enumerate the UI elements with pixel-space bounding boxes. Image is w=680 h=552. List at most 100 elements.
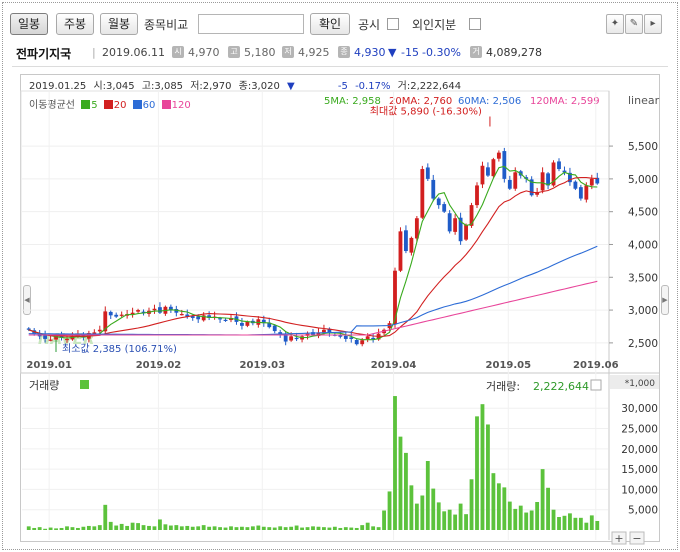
max-annotation: 최대값 5,890 (-16.30%) <box>370 105 482 117</box>
zoom-out-icon: − <box>632 532 641 545</box>
price-plot-area <box>20 90 610 374</box>
candle-body <box>475 185 479 206</box>
candle-body <box>491 159 496 177</box>
volume-bar <box>43 528 48 530</box>
price-volume-chart: *1,000 2,500 3,000 3,500 4,000 4,500 5,000 5,50… <box>20 90 659 545</box>
candle-body <box>354 339 359 345</box>
volume-tick-label: 10,000 <box>621 484 658 496</box>
volume-bar <box>425 461 430 530</box>
volume-bar <box>86 525 91 530</box>
price-tick-label: 5,000 <box>628 174 658 186</box>
volume-bar <box>442 511 447 530</box>
price-tick-label: 3,500 <box>628 272 658 284</box>
volume-bar <box>398 436 403 530</box>
volume-value: 2,222,644 <box>533 380 589 393</box>
candle-body <box>283 335 288 342</box>
ma60-line <box>28 245 598 336</box>
volume-bar <box>256 525 261 530</box>
volume-bar <box>382 510 386 530</box>
volume-bar <box>174 525 179 530</box>
volume-bar <box>343 527 348 530</box>
volume-bar <box>212 526 217 530</box>
volume-bar <box>562 515 567 530</box>
min-annotation: 최소값 2,385 (106.71%) <box>62 343 177 355</box>
volume-bar <box>185 525 190 530</box>
volume-bar <box>332 526 337 530</box>
candle-body <box>496 152 501 159</box>
volume-bar <box>108 521 113 530</box>
volume-bar <box>130 522 135 530</box>
candle-body <box>343 335 348 339</box>
volume-bar <box>261 526 266 530</box>
candle-body <box>573 181 578 189</box>
x-tick-label: 2019.06 <box>573 360 619 371</box>
volume-bar <box>365 522 370 530</box>
volume-tick-label: 20,000 <box>621 444 658 456</box>
volume-bar <box>26 526 31 530</box>
price-tick-label: 4,500 <box>628 207 658 219</box>
price-tick-label: 5,500 <box>628 141 658 153</box>
candle-body <box>223 319 228 321</box>
candle-body <box>557 161 561 170</box>
candle-body <box>464 224 468 240</box>
volume-tick-label: 25,000 <box>621 424 658 436</box>
volume-bar <box>387 491 392 530</box>
x-tick-label: 2019.02 <box>136 360 182 371</box>
volume-bar <box>568 513 572 530</box>
price-tick-label: 4,000 <box>628 239 658 251</box>
candle-body <box>294 337 299 340</box>
ma20-line <box>28 177 598 337</box>
volume-bar <box>158 519 162 530</box>
volume-bar <box>245 527 250 530</box>
candle-body <box>486 167 490 176</box>
volume-title: 거래량 <box>29 379 59 392</box>
price-tick-label: 2,500 <box>628 338 658 350</box>
volume-bar <box>453 514 458 530</box>
volume-bar <box>48 527 53 530</box>
candle-body <box>97 329 102 332</box>
volume-bar <box>207 526 212 530</box>
volume-bar <box>486 424 490 530</box>
volume-bar <box>518 505 523 530</box>
volume-bar <box>502 487 507 530</box>
candle-body <box>447 213 452 232</box>
volume-bar <box>267 527 272 530</box>
volume-bar <box>305 527 310 530</box>
volume-bar <box>92 526 97 530</box>
volume-close-icon <box>590 379 602 391</box>
volume-bar <box>393 396 397 530</box>
volume-bar <box>218 527 222 530</box>
volume-bar <box>147 525 151 530</box>
candle-body <box>26 328 31 330</box>
candle-body <box>289 336 294 341</box>
volume-bar <box>469 479 474 530</box>
volume-tick-label: 15,000 <box>621 464 658 476</box>
volume-bar <box>32 527 37 530</box>
candle-body <box>322 329 326 333</box>
volume-bar <box>414 503 419 530</box>
volume-bar <box>196 526 201 530</box>
candle-body <box>425 167 430 179</box>
volume-bar <box>59 527 64 530</box>
candle-body <box>398 231 403 271</box>
volume-bar <box>163 524 168 530</box>
candle-body <box>136 310 140 312</box>
candle-body <box>48 339 53 341</box>
volume-bar <box>529 510 534 530</box>
x-tick-label: 2019.05 <box>486 360 532 371</box>
volume-bar <box>360 525 365 530</box>
volume-tick-label: 30,000 <box>621 403 658 415</box>
volume-bar <box>491 473 496 530</box>
candle-body <box>420 169 425 218</box>
volume-bar <box>76 527 80 530</box>
candle-body <box>365 336 370 340</box>
volume-bar <box>190 526 195 530</box>
candle-body <box>108 311 113 316</box>
candle-body <box>453 218 458 232</box>
volume-bar <box>97 525 102 530</box>
volume-value-label: 거래량: <box>486 380 520 393</box>
candle-body <box>480 165 485 185</box>
x-tick-label: 2019.01 <box>26 360 72 371</box>
volume-bar <box>54 528 58 530</box>
candle-body <box>436 198 441 206</box>
